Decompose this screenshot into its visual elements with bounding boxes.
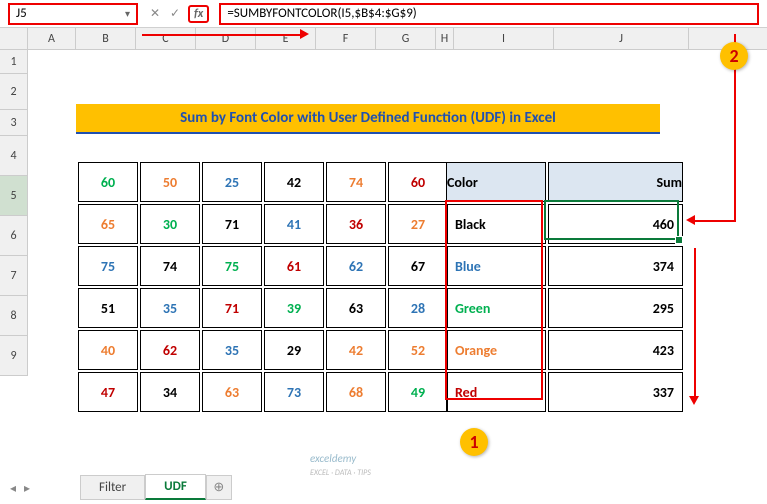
data-cell[interactable]: 29 bbox=[264, 330, 324, 370]
data-cell[interactable]: 63 bbox=[326, 288, 386, 328]
arrow-head-icon bbox=[686, 215, 695, 225]
formula-bar-buttons: ✕ ✓ fx bbox=[142, 5, 215, 23]
data-cell[interactable]: 42 bbox=[264, 162, 324, 202]
sum-label[interactable]: Red bbox=[446, 372, 546, 412]
data-cell[interactable]: 73 bbox=[264, 372, 324, 412]
prev-sheet-icon[interactable]: ◂ bbox=[10, 481, 16, 496]
sum-value[interactable]: 295 bbox=[548, 288, 683, 328]
data-cell[interactable]: 34 bbox=[140, 372, 200, 412]
data-cell[interactable]: 49 bbox=[388, 372, 448, 412]
arrow-line bbox=[142, 34, 302, 36]
formula-text: =SUMBYFONTCOLOR(I5,$B$4:$G$9) bbox=[227, 6, 416, 21]
fx-icon[interactable]: fx bbox=[188, 5, 209, 23]
data-cell[interactable]: 75 bbox=[202, 246, 262, 286]
sum-value[interactable]: 374 bbox=[548, 246, 683, 286]
data-cell[interactable]: 74 bbox=[140, 246, 200, 286]
name-box[interactable]: J5 ▾ bbox=[8, 3, 138, 25]
spreadsheet-grid[interactable]: 1 2 3 4 5 6 7 8 9 Sum by Font Color with… bbox=[0, 50, 767, 376]
sheet-tabs: Filter UDF ⊕ bbox=[80, 474, 232, 500]
data-cell[interactable]: 40 bbox=[78, 330, 138, 370]
sum-value[interactable]: 460 bbox=[548, 204, 683, 244]
name-box-value: J5 bbox=[16, 6, 27, 21]
next-sheet-icon[interactable]: ▸ bbox=[24, 481, 30, 496]
data-cell[interactable]: 25 bbox=[202, 162, 262, 202]
data-cell[interactable]: 62 bbox=[140, 330, 200, 370]
col-header[interactable]: G bbox=[376, 28, 436, 49]
col-header[interactable]: F bbox=[316, 28, 376, 49]
data-cell[interactable]: 71 bbox=[202, 204, 262, 244]
data-cell[interactable]: 50 bbox=[140, 162, 200, 202]
sum-label[interactable]: Blue bbox=[446, 246, 546, 286]
row-header[interactable]: 5 bbox=[0, 176, 28, 216]
fill-handle[interactable] bbox=[675, 236, 683, 244]
row-header[interactable]: 9 bbox=[0, 336, 28, 376]
col-header[interactable]: C bbox=[136, 28, 196, 49]
row-header[interactable]: 8 bbox=[0, 296, 28, 336]
data-cell[interactable]: 39 bbox=[264, 288, 324, 328]
data-cell[interactable]: 42 bbox=[326, 330, 386, 370]
data-cell[interactable]: 51 bbox=[78, 288, 138, 328]
data-cell[interactable]: 30 bbox=[140, 204, 200, 244]
select-all-corner[interactable] bbox=[0, 28, 28, 49]
arrow-head-icon bbox=[689, 396, 699, 405]
data-cell[interactable]: 71 bbox=[202, 288, 262, 328]
callout-2: 2 bbox=[720, 42, 748, 70]
row-header[interactable]: 7 bbox=[0, 256, 28, 296]
col-header[interactable]: I bbox=[454, 28, 554, 49]
row-header[interactable]: 1 bbox=[0, 50, 28, 74]
col-header[interactable]: D bbox=[196, 28, 256, 49]
chevron-down-icon[interactable]: ▾ bbox=[125, 7, 130, 20]
callout-1: 1 bbox=[460, 428, 488, 456]
row-header[interactable]: 3 bbox=[0, 110, 28, 136]
data-cell[interactable]: 75 bbox=[78, 246, 138, 286]
data-cell[interactable]: 60 bbox=[78, 162, 138, 202]
data-cell[interactable]: 28 bbox=[388, 288, 448, 328]
sum-label[interactable]: Black bbox=[446, 204, 546, 244]
sum-label[interactable]: Orange bbox=[446, 330, 546, 370]
add-sheet-button[interactable]: ⊕ bbox=[206, 475, 232, 500]
data-cell[interactable]: 35 bbox=[140, 288, 200, 328]
sum-value[interactable]: 423 bbox=[548, 330, 683, 370]
data-cell[interactable]: 67 bbox=[388, 246, 448, 286]
column-headers: A B C D E F G H I J bbox=[0, 28, 767, 50]
formula-bar: J5 ▾ ✕ ✓ fx =SUMBYFONTCOLOR(I5,$B$4:$G$9… bbox=[0, 0, 767, 28]
data-cell[interactable]: 41 bbox=[264, 204, 324, 244]
arrow-line bbox=[694, 220, 736, 222]
col-header[interactable]: H bbox=[436, 28, 454, 49]
enter-icon[interactable]: ✓ bbox=[168, 6, 182, 21]
data-table[interactable]: 6050254274606530714136277574756162675135… bbox=[76, 160, 450, 414]
col-header[interactable]: A bbox=[28, 28, 76, 49]
sum-header-sum: Sum bbox=[548, 162, 683, 202]
data-cell[interactable]: 74 bbox=[326, 162, 386, 202]
data-cell[interactable]: 52 bbox=[388, 330, 448, 370]
data-cell[interactable]: 62 bbox=[326, 246, 386, 286]
data-cell[interactable]: 61 bbox=[264, 246, 324, 286]
watermark: exceldemy EXCEL · DATA · TIPS bbox=[310, 452, 371, 478]
formula-input[interactable]: =SUMBYFONTCOLOR(I5,$B$4:$G$9) bbox=[219, 3, 759, 25]
data-cell[interactable]: 35 bbox=[202, 330, 262, 370]
sum-label[interactable]: Green bbox=[446, 288, 546, 328]
data-cell[interactable]: 36 bbox=[326, 204, 386, 244]
data-cell[interactable]: 60 bbox=[388, 162, 448, 202]
data-cell[interactable]: 63 bbox=[202, 372, 262, 412]
page-title: Sum by Font Color with User Defined Func… bbox=[76, 104, 660, 134]
sum-table[interactable]: Color Sum Black460Blue374Green295Orange4… bbox=[444, 160, 685, 414]
row-header[interactable]: 4 bbox=[0, 136, 28, 176]
tab-nav[interactable]: ◂ ▸ bbox=[10, 481, 30, 496]
row-header[interactable]: 2 bbox=[0, 74, 28, 110]
data-cell[interactable]: 47 bbox=[78, 372, 138, 412]
tab-filter[interactable]: Filter bbox=[80, 475, 145, 500]
arrow-line bbox=[694, 248, 696, 398]
row-header[interactable]: 6 bbox=[0, 216, 28, 256]
sum-value[interactable]: 337 bbox=[548, 372, 683, 412]
data-cell[interactable]: 65 bbox=[78, 204, 138, 244]
cancel-icon[interactable]: ✕ bbox=[148, 6, 162, 21]
sum-header-color: Color bbox=[446, 162, 546, 202]
col-header[interactable]: J bbox=[554, 28, 689, 49]
arrow-head-icon bbox=[300, 29, 309, 39]
col-header[interactable]: B bbox=[76, 28, 136, 49]
data-cell[interactable]: 27 bbox=[388, 204, 448, 244]
data-cell[interactable]: 68 bbox=[326, 372, 386, 412]
tab-udf[interactable]: UDF bbox=[145, 474, 206, 500]
